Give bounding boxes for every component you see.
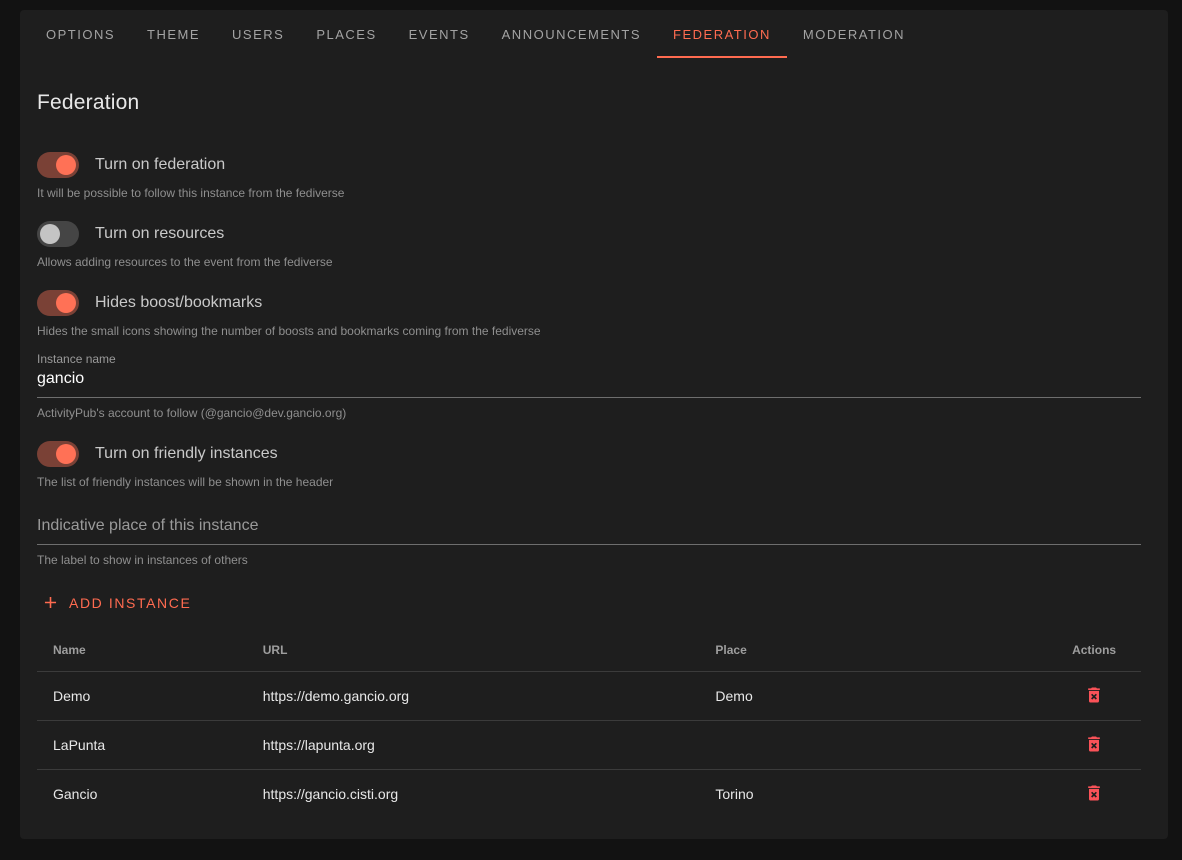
cell-instance-url: https://gancio.cisti.org	[247, 769, 700, 818]
admin-tab-bar: OPTIONS THEME USERS PLACES EVENTS ANNOUN…	[20, 10, 1168, 58]
tab-theme[interactable]: THEME	[131, 10, 216, 58]
add-instance-button-label: ADD INSTANCE	[69, 595, 191, 611]
federation-toggle-hint: It will be possible to follow this insta…	[37, 186, 1141, 200]
table-row: LaPunta https://lapunta.org	[37, 720, 1141, 769]
instance-place-input[interactable]	[37, 513, 1141, 545]
tab-federation[interactable]: FEDERATION	[657, 10, 787, 58]
cell-instance-name: Demo	[37, 671, 247, 720]
hide-boosts-toggle[interactable]	[37, 290, 79, 316]
setting-federation: Turn on federation It will be possible t…	[37, 151, 1141, 200]
tab-announcements[interactable]: ANNOUNCEMENTS	[486, 10, 657, 58]
instance-place-field-group: The label to show in instances of others	[37, 513, 1141, 567]
cell-instance-url: https://demo.gancio.org	[247, 671, 700, 720]
tab-events[interactable]: EVENTS	[393, 10, 486, 58]
delete-instance-button[interactable]	[1082, 732, 1106, 756]
federation-toggle[interactable]	[37, 152, 79, 178]
cell-instance-place: Torino	[699, 769, 1047, 818]
instance-name-input[interactable]	[37, 366, 1141, 398]
cell-instance-place	[699, 720, 1047, 769]
resources-toggle-hint: Allows adding resources to the event fro…	[37, 255, 1141, 269]
setting-resources: Turn on resources Allows adding resource…	[37, 220, 1141, 269]
tab-places[interactable]: PLACES	[300, 10, 392, 58]
instance-place-hint: The label to show in instances of others	[37, 553, 1141, 567]
column-header-url: URL	[247, 629, 700, 671]
admin-panel-card: OPTIONS THEME USERS PLACES EVENTS ANNOUN…	[20, 10, 1168, 839]
delete-forever-icon	[1084, 685, 1104, 705]
table-row: Gancio https://gancio.cisti.org Torino	[37, 769, 1141, 818]
table-header-row: Name URL Place Actions	[37, 629, 1141, 671]
friendly-instances-table: Name URL Place Actions Demo https://demo…	[37, 629, 1141, 818]
plus-icon	[41, 593, 60, 612]
instance-name-label: Instance name	[37, 352, 1141, 366]
table-row: Demo https://demo.gancio.org Demo	[37, 671, 1141, 720]
instance-name-hint: ActivityPub's account to follow (@gancio…	[37, 406, 1141, 420]
tab-moderation[interactable]: MODERATION	[787, 10, 921, 58]
resources-toggle[interactable]	[37, 221, 79, 247]
cell-instance-url: https://lapunta.org	[247, 720, 700, 769]
delete-instance-button[interactable]	[1082, 781, 1106, 805]
tab-options[interactable]: OPTIONS	[30, 10, 131, 58]
friendly-instances-toggle-label: Turn on friendly instances	[95, 445, 278, 463]
delete-instance-button[interactable]	[1082, 683, 1106, 707]
friendly-instances-toggle-hint: The list of friendly instances will be s…	[37, 475, 1141, 489]
federation-settings-panel: Federation Turn on federation It will be…	[20, 91, 1168, 818]
friendly-instances-toggle[interactable]	[37, 441, 79, 467]
toggle-thumb-icon	[40, 224, 60, 244]
cell-instance-name: LaPunta	[37, 720, 247, 769]
resources-toggle-label: Turn on resources	[95, 225, 224, 243]
setting-hide-boosts: Hides boost/bookmarks Hides the small ic…	[37, 289, 1141, 338]
setting-friendly-instances: Turn on friendly instances The list of f…	[37, 440, 1141, 489]
page-title: Federation	[37, 91, 1141, 115]
toggle-thumb-icon	[56, 444, 76, 464]
cell-instance-name: Gancio	[37, 769, 247, 818]
hide-boosts-toggle-hint: Hides the small icons showing the number…	[37, 324, 1141, 338]
federation-toggle-label: Turn on federation	[95, 156, 225, 174]
column-header-actions: Actions	[1047, 629, 1141, 671]
add-instance-button[interactable]: ADD INSTANCE	[37, 591, 195, 614]
tab-users[interactable]: USERS	[216, 10, 300, 58]
column-header-name: Name	[37, 629, 247, 671]
toggle-thumb-icon	[56, 155, 76, 175]
column-header-place: Place	[699, 629, 1047, 671]
delete-forever-icon	[1084, 734, 1104, 754]
cell-instance-place: Demo	[699, 671, 1047, 720]
delete-forever-icon	[1084, 783, 1104, 803]
instance-name-field-group: Instance name ActivityPub's account to f…	[37, 352, 1141, 420]
hide-boosts-toggle-label: Hides boost/bookmarks	[95, 294, 262, 312]
toggle-thumb-icon	[56, 293, 76, 313]
